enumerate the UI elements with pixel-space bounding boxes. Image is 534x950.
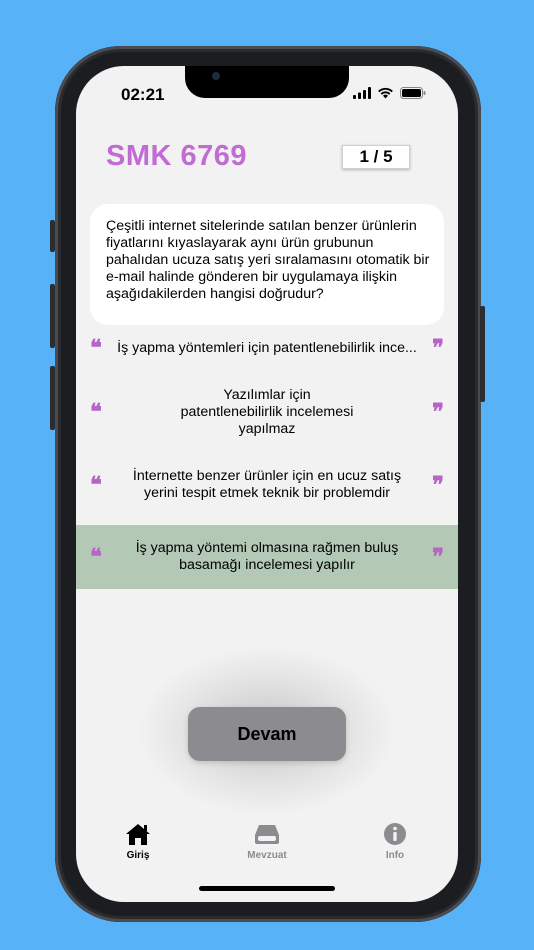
status-icons <box>353 87 426 99</box>
answer-option[interactable]: ❝ Yazılımlar için patentlenebilirlik inc… <box>76 380 458 444</box>
tab-info[interactable]: Info <box>355 822 435 861</box>
continue-button[interactable]: Devam <box>188 707 346 761</box>
app-screen: 02:21 SMK 6769 1 / 5 Çeşitli internet si… <box>76 66 458 902</box>
quote-open-icon: ❝ <box>90 544 102 570</box>
quote-open-icon: ❝ <box>90 335 102 361</box>
tab-label: Info <box>385 850 405 861</box>
home-indicator <box>199 886 335 891</box>
camera-icon <box>212 72 220 80</box>
quote-close-icon: ❞ <box>432 544 444 570</box>
cellular-signal-icon <box>353 87 371 99</box>
tab-label: Giriş <box>126 850 150 861</box>
status-time: 02:21 <box>121 85 165 104</box>
page-title: SMK 6769 <box>106 140 248 172</box>
info-icon <box>384 823 406 845</box>
answer-option-text: Yazılımlar için patentlenebilirlik incel… <box>180 386 354 437</box>
quote-open-icon: ❝ <box>90 472 102 498</box>
power-button <box>480 306 485 402</box>
quote-close-icon: ❞ <box>432 335 444 361</box>
volume-up-button <box>50 284 55 348</box>
quote-close-icon: ❞ <box>432 472 444 498</box>
tab-label: Mevzuat <box>247 850 287 861</box>
home-icon <box>126 824 150 845</box>
answer-option-text: İş yapma yöntemleri için patentlenebilir… <box>117 339 417 356</box>
answer-option-text: İş yapma yöntemi olmasına rağmen buluş b… <box>135 540 399 573</box>
notch <box>185 66 349 98</box>
tab-giris[interactable]: Giriş <box>98 822 178 861</box>
answer-option-selected[interactable]: ❝ İş yapma yöntemi olmasına rağmen buluş… <box>76 525 458 589</box>
question-text: Çeşitli internet sitelerinde satılan ben… <box>106 218 430 302</box>
question-card: Çeşitli internet sitelerinde satılan ben… <box>90 204 444 325</box>
tab-mevzuat[interactable]: Mevzuat <box>227 822 307 861</box>
question-counter: 1 / 5 <box>342 145 410 169</box>
wifi-icon <box>378 87 393 99</box>
answer-option-text: İnternette benzer ürünler için en ucuz s… <box>132 468 402 501</box>
quote-close-icon: ❞ <box>432 399 444 425</box>
tab-bar: Giriş Mevzuat Info <box>76 822 458 872</box>
answer-option[interactable]: ❝ İnternette benzer ürünler için en ucuz… <box>76 453 458 517</box>
quote-open-icon: ❝ <box>90 399 102 425</box>
battery-icon <box>400 87 426 99</box>
mute-switch <box>50 220 55 252</box>
volume-down-button <box>50 366 55 430</box>
drive-icon <box>255 825 279 844</box>
answer-option[interactable]: ❝ İş yapma yöntemleri için patentlenebil… <box>76 316 458 380</box>
